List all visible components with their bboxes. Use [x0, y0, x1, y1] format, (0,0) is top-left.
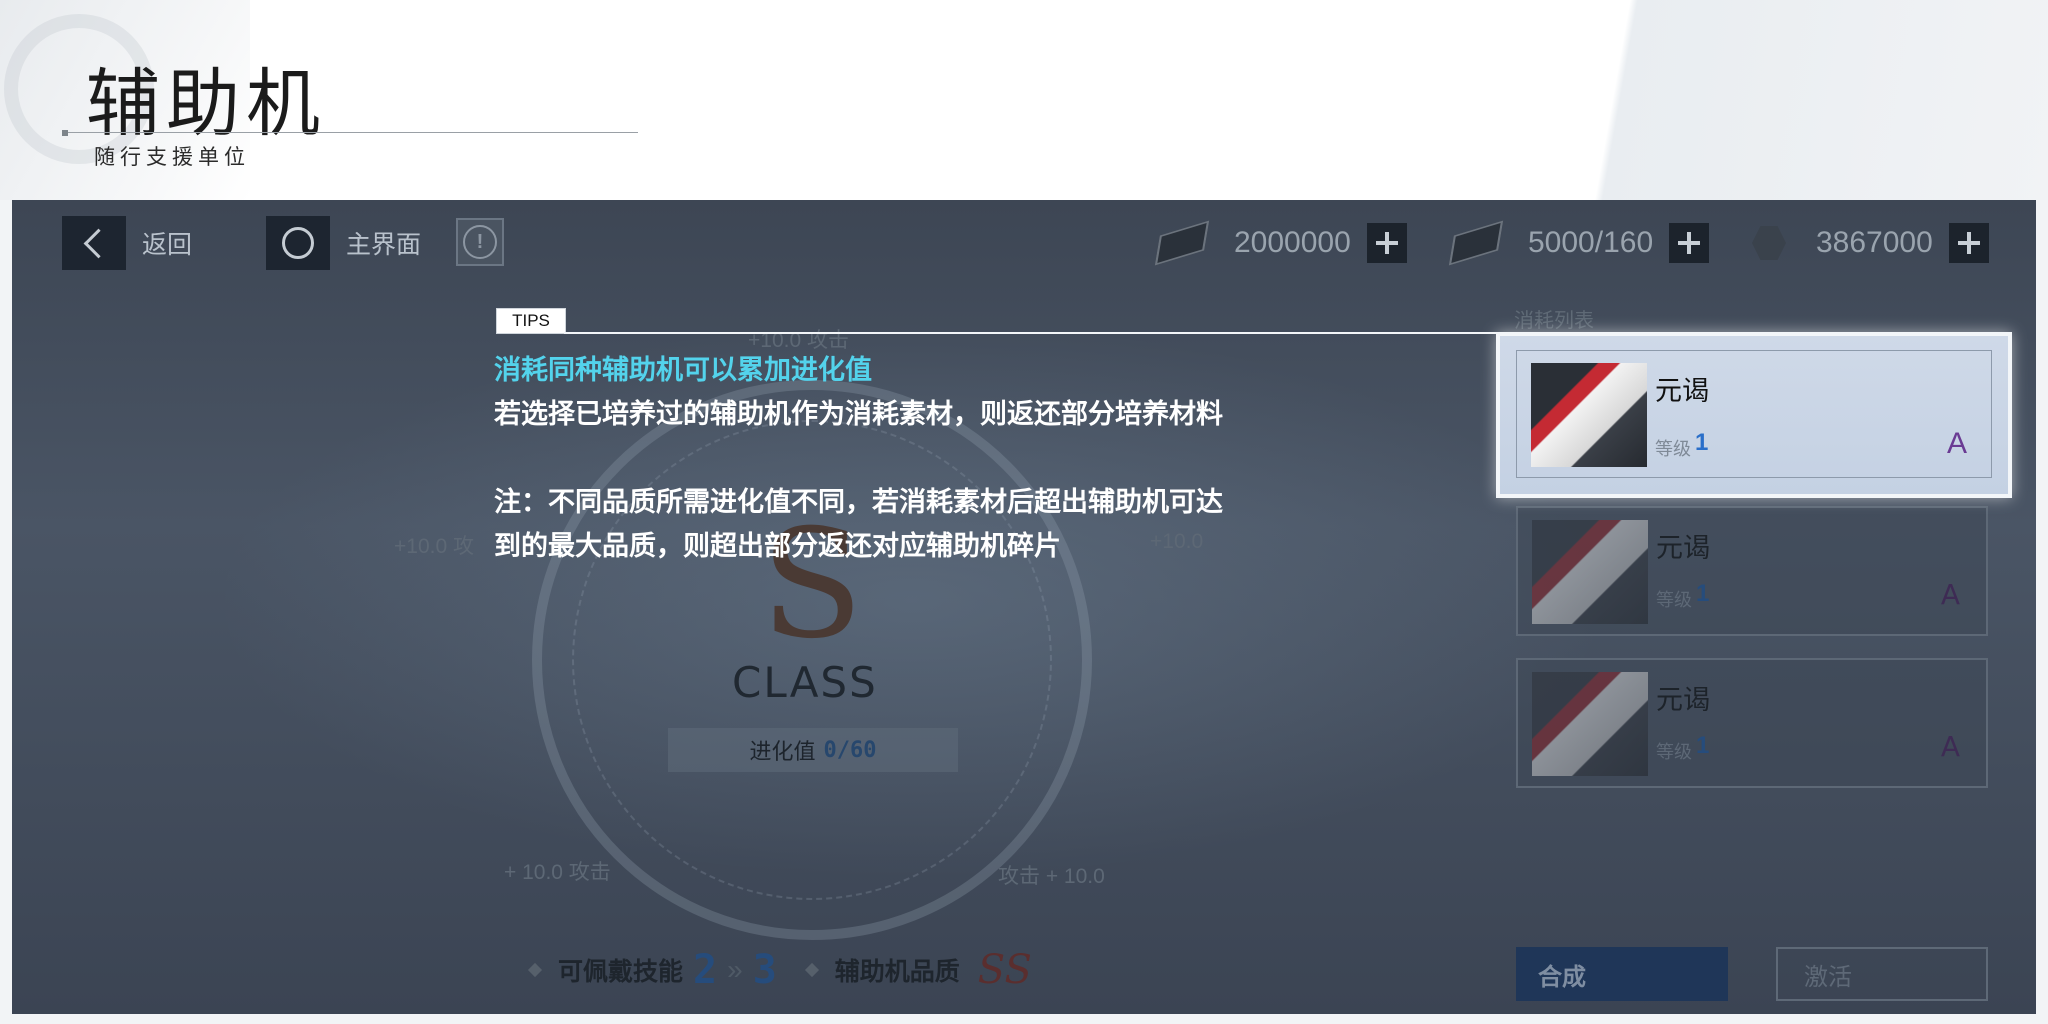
- resource-card: 5000/160: [1448, 218, 1710, 268]
- bonus-left: +10.0 攻: [394, 535, 474, 558]
- page-title: 辅助机: [86, 61, 326, 147]
- item-level-label: 等级: [1655, 439, 1691, 459]
- tips-badge: TIPS: [496, 308, 566, 334]
- resource-chip: 2000000: [1154, 218, 1407, 268]
- item-level: 1: [1695, 429, 1709, 456]
- mech-portrait-icon: [1531, 363, 1647, 467]
- home-label: 主界面: [346, 231, 422, 259]
- mech-portrait-icon: [1532, 672, 1648, 776]
- bonus-bottom-right: 攻击 + 10.0: [998, 865, 1105, 888]
- title-divider-dot: [62, 130, 68, 136]
- evolution-value-box: 进化值 0/60: [668, 728, 958, 772]
- tips-note-line-2: 到的最大品质，则超出部分返还对应辅助机碎片: [494, 531, 1061, 561]
- bonus-right: +10.0: [1150, 530, 1204, 553]
- tips-divider: [564, 332, 1498, 334]
- tips-line-1: 若选择已培养过的辅助机作为消耗素材，则返还部分培养材料: [494, 399, 1223, 429]
- item-grade: A: [1940, 730, 1960, 763]
- add-hex-button[interactable]: [1948, 223, 1989, 263]
- resource-chip-value: 2000000: [1234, 226, 1351, 259]
- skills-arrow: »: [727, 954, 743, 985]
- diamond-bullet-icon: [804, 962, 819, 978]
- add-card-button[interactable]: [1669, 223, 1710, 263]
- consume-item-2[interactable]: 元谒 等级 1 A: [1516, 506, 1988, 636]
- item-name: 元谒: [1656, 533, 1710, 563]
- evolution-label: 进化值: [749, 739, 816, 764]
- bonus-bottom-left: + 10.0 攻击: [504, 861, 611, 884]
- card-icon: [1448, 220, 1504, 266]
- item-grade: A: [1946, 427, 1967, 460]
- back-label: 返回: [142, 231, 193, 259]
- back-icon: [62, 216, 126, 270]
- mech-portrait-icon: [1532, 520, 1648, 624]
- skills-label: 可佩戴技能: [558, 958, 684, 986]
- consume-list-title: 消耗列表: [1514, 310, 1594, 332]
- hexagon-icon: [1752, 226, 1786, 260]
- resource-hex-value: 3867000: [1816, 226, 1933, 259]
- item-level: 1: [1696, 732, 1710, 759]
- skills-to: 3: [752, 947, 777, 993]
- resource-hex: 3867000: [1752, 218, 1989, 268]
- chip-icon: [1154, 220, 1210, 266]
- item-name: 元谒: [1656, 685, 1710, 715]
- skills-from: 2: [693, 947, 718, 993]
- synthesize-button[interactable]: 合成: [1516, 947, 1728, 1001]
- card-inner-frame: 元谒 等级 1 A: [1516, 350, 1992, 478]
- item-level: 1: [1696, 580, 1710, 607]
- title-divider: [64, 132, 638, 133]
- class-word: CLASS: [732, 658, 878, 707]
- quality-label: 辅助机品质: [834, 958, 960, 986]
- activate-button[interactable]: 激活: [1776, 947, 1988, 1001]
- resource-card-value: 5000/160: [1528, 226, 1654, 259]
- item-name: 元谒: [1655, 376, 1709, 406]
- header-right-shade: [1328, 0, 2048, 200]
- home-icon: [266, 216, 330, 270]
- tips-headline: 消耗同种辅助机可以累加进化值: [494, 355, 872, 385]
- add-chip-button[interactable]: [1366, 223, 1407, 263]
- consume-item-3[interactable]: 元谒 等级 1 A: [1516, 658, 1988, 788]
- item-level-label: 等级: [1656, 590, 1692, 610]
- home-button[interactable]: 主界面: [266, 216, 421, 270]
- evolution-value: 0/60: [823, 737, 877, 763]
- info-icon[interactable]: !: [456, 218, 504, 266]
- skills-quality-bar: 可佩戴技能 2 » 3 辅助机品质 SS: [527, 940, 1032, 1000]
- diamond-bullet-icon: [527, 962, 543, 978]
- main-stage: 返回 主界面 ! 2000000 5000/160 3867000 S CLAS…: [12, 200, 2036, 1014]
- consume-item-1-highlighted[interactable]: 元谒 等级 1 A: [1496, 332, 2012, 498]
- page-subtitle: 随行支援单位: [94, 145, 250, 169]
- tips-note-line-1: 注：不同品质所需进化值不同，若消耗素材后超出辅助机可达: [494, 487, 1223, 517]
- quality-value: SS: [977, 947, 1032, 993]
- item-level-label: 等级: [1656, 742, 1692, 762]
- item-grade: A: [1940, 578, 1960, 611]
- back-button[interactable]: 返回: [62, 216, 192, 270]
